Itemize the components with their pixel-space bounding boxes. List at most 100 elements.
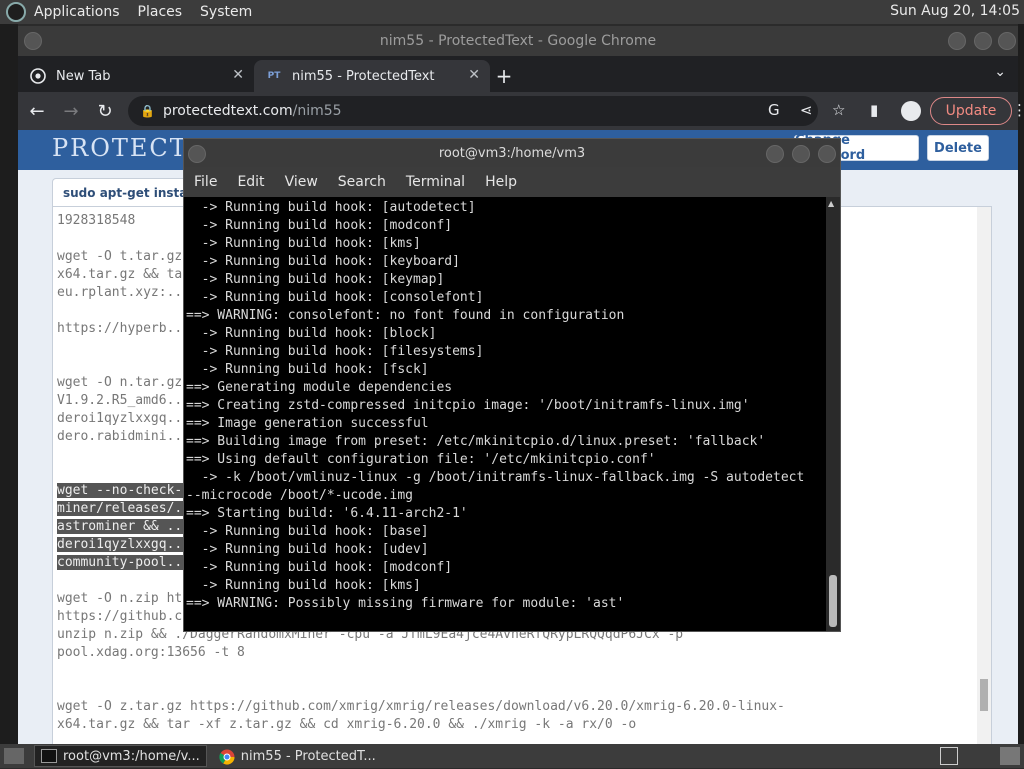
terminal-line: ==> Starting build: '6.4.11-arch2-1' (186, 506, 468, 521)
tab-close-icon[interactable]: ✕ (468, 67, 480, 83)
note-line: x64.tar.gz && tar -xf z.tar.gz && cd xmr… (57, 717, 637, 732)
terminal-menu-view[interactable]: View (285, 174, 318, 190)
tab-new-tab[interactable]: New Tab ✕ (18, 60, 254, 92)
note-line: dero.rabidmini... (57, 429, 191, 444)
taskbar-item-label: nim55 - ProtectedT... (240, 748, 376, 764)
terminal-scrollbar[interactable]: ▲ (826, 197, 840, 631)
terminal-window-menu-button[interactable] (188, 145, 206, 163)
note-scrollbar-thumb[interactable] (980, 679, 988, 711)
taskbar-item-terminal[interactable]: root@vm3:/home/v... (34, 745, 207, 767)
tab-label: New Tab (56, 68, 111, 84)
profile-avatar-icon[interactable] (901, 101, 921, 121)
terminal-line: ==> WARNING: Possibly missing firmware f… (186, 596, 625, 611)
terminal-line: -> Running build hook: [kms] (186, 236, 421, 251)
terminal-line: ==> Building image from preset: /etc/mki… (186, 434, 766, 449)
terminal-line: -> Running build hook: [kms] (186, 578, 421, 593)
update-button[interactable]: Update (930, 97, 1012, 125)
window-title: nim55 - ProtectedText - Google Chrome (379, 33, 657, 49)
chrome-titlebar[interactable]: nim55 - ProtectedText - Google Chrome (18, 26, 1018, 56)
terminal-line: -> Running build hook: [udev] (186, 542, 429, 557)
note-line: eu.rplant.xyz:... (57, 285, 191, 300)
terminal-line: -> Running build hook: [filesystems] (186, 344, 484, 359)
window-menu-button[interactable] (24, 32, 42, 50)
terminal-line: -> Running build hook: [consolefont] (186, 290, 484, 305)
terminal-line: ==> Generating module dependencies (186, 380, 453, 395)
tab-strip: New Tab ✕ PT nim55 - ProtectedText ✕ + ⌄ (18, 56, 1018, 92)
trash-icon[interactable] (1000, 747, 1020, 765)
terminal-line: ==> Creating zstd-compressed initcpio im… (186, 398, 750, 413)
tab-label: nim55 - ProtectedText (292, 68, 435, 84)
address-bar[interactable]: 🔒 protectedtext.com/nim55 (128, 96, 818, 126)
terminal-title: root@vm3:/home/vm3 (438, 145, 586, 161)
google-lens-icon[interactable]: G (768, 101, 780, 119)
terminal-output[interactable]: -> Running build hook: [autodetect] -> R… (184, 197, 828, 631)
new-tab-button[interactable]: + (490, 62, 518, 90)
share-icon[interactable]: ⋖ (800, 101, 813, 119)
terminal-menu-search[interactable]: Search (338, 174, 386, 190)
terminal-menu-help[interactable]: Help (485, 174, 517, 190)
tab-close-icon[interactable]: ✕ (232, 67, 244, 83)
terminal-maximize-button[interactable] (792, 145, 810, 163)
distro-logo-icon[interactable] (6, 2, 26, 22)
terminal-menu-edit[interactable]: Edit (237, 174, 264, 190)
taskbar-item-chrome[interactable]: nim55 - ProtectedT... (213, 745, 382, 767)
top-panel: Applications Places System Sun Aug 20, 1… (0, 0, 1024, 24)
terminal-line: -> Running build hook: [fsck] (186, 362, 429, 377)
workspace-switcher-icon[interactable] (940, 747, 958, 765)
back-arrow-icon[interactable]: ← (22, 96, 52, 126)
note-line-selected: community-pool... (57, 555, 191, 570)
terminal-line: -> Running build hook: [autodetect] (186, 200, 476, 215)
more-menu-icon[interactable]: ⋮ (1012, 101, 1024, 119)
delete-button[interactable]: Delete (927, 135, 989, 161)
panel-clock[interactable]: Sun Aug 20, 14:05 (890, 3, 1020, 19)
terminal-window: root@vm3:/home/vm3 File Edit View Search… (183, 138, 841, 632)
note-line: V1.9.2.R5_amd6... (57, 393, 191, 408)
note-line-selected: astrominer && ... (57, 519, 191, 534)
menu-system[interactable]: System (200, 4, 252, 20)
tab-search-icon[interactable]: ⌄ (994, 64, 1006, 80)
pt-note-tab[interactable]: sudo apt-get insta... (52, 178, 202, 208)
terminal-line: -> Running build hook: [block] (186, 326, 437, 341)
bottom-taskbar: root@vm3:/home/v... nim55 - ProtectedT..… (0, 744, 1024, 768)
taskbar-item-label: root@vm3:/home/v... (63, 748, 200, 764)
url-host: protectedtext.com (162, 103, 293, 119)
terminal-line: ==> WARNING: consolefont: no font found … (186, 308, 625, 323)
terminal-line: ==> Image generation successful (186, 416, 429, 431)
protectedtext-favicon-icon: PT (267, 71, 281, 81)
terminal-line: -> Running build hook: [modconf] (186, 560, 453, 575)
url-path: /nim55 (292, 103, 342, 119)
terminal-line: ==> Using default configuration file: '/… (186, 452, 656, 467)
forward-arrow-icon[interactable]: → (56, 96, 86, 126)
terminal-line: -> Running build hook: [keyboard] (186, 254, 460, 269)
browser-toolbar: ← → ↻ 🔒 protectedtext.com/nim55 G ⋖ ☆ ▮ … (18, 92, 1024, 130)
terminal-minimize-button[interactable] (766, 145, 784, 163)
scroll-up-arrow-icon[interactable]: ▲ (828, 199, 834, 208)
note-line: 1928318548 (57, 213, 136, 228)
terminal-line: -> Running build hook: [base] (186, 524, 429, 539)
reload-icon[interactable]: ↻ (90, 96, 120, 126)
close-window-button[interactable] (998, 32, 1016, 50)
maximize-button[interactable] (974, 32, 992, 50)
lock-icon[interactable]: 🔒 (140, 104, 155, 118)
tab-protectedtext[interactable]: PT nim55 - ProtectedText ✕ (254, 60, 490, 92)
terminal-scrollbar-thumb[interactable] (829, 575, 837, 627)
terminal-menu-terminal[interactable]: Terminal (406, 174, 465, 190)
minimize-button[interactable] (948, 32, 966, 50)
show-desktop-icon[interactable] (4, 748, 24, 764)
terminal-menu-file[interactable]: File (194, 174, 217, 190)
note-scrollbar[interactable] (977, 207, 991, 744)
terminal-line: -> Running build hook: [modconf] (186, 218, 453, 233)
chrome-icon (219, 749, 235, 765)
terminal-line: -> -k /boot/vmlinuz-linux -g /boot/initr… (186, 470, 805, 485)
chrome-icon (30, 68, 46, 84)
bookmark-star-icon[interactable]: ☆ (832, 101, 845, 119)
note-line: wget -O z.tar.gz https://github.com/xmri… (57, 699, 785, 714)
terminal-close-button[interactable] (818, 145, 836, 163)
terminal-menubar: File Edit View Search Terminal Help (184, 167, 840, 197)
menu-places[interactable]: Places (138, 4, 183, 20)
terminal-line: --microcode /boot/*-ucode.img (186, 488, 413, 503)
menu-applications[interactable]: Applications (34, 4, 120, 20)
terminal-titlebar[interactable]: root@vm3:/home/vm3 (184, 139, 840, 167)
side-panel-icon[interactable]: ▮ (870, 101, 878, 119)
note-line: https://hyperb... (57, 321, 191, 336)
